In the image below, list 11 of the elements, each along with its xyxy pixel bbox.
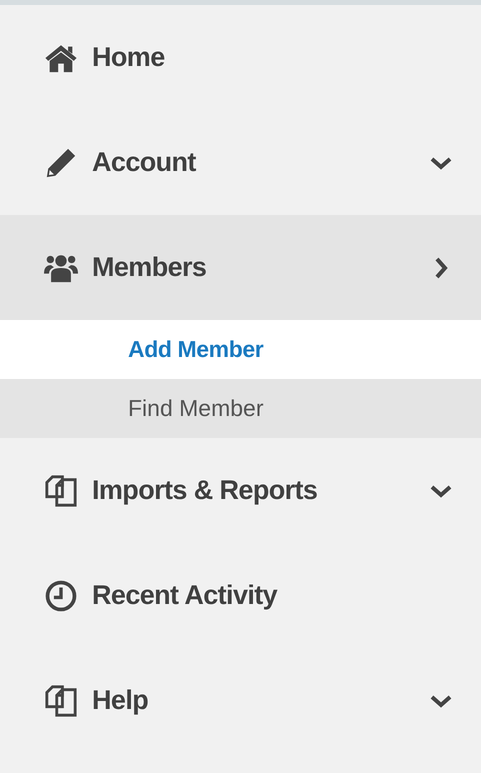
menu-item[interactable]: Account [0,110,481,215]
submenu-item[interactable]: Add Member [0,320,481,379]
clock-icon [44,578,78,612]
menu-item[interactable]: Imports & Reports [0,438,481,543]
menu-item[interactable]: Recent Activity [0,543,481,648]
menu-item[interactable]: Help [0,648,481,753]
submenu-item[interactable]: Find Member [0,379,481,438]
documents-icon [44,684,78,718]
documents-icon [44,474,78,508]
menu-item[interactable]: Home [0,5,481,110]
menu-item[interactable]: Members [0,215,481,320]
